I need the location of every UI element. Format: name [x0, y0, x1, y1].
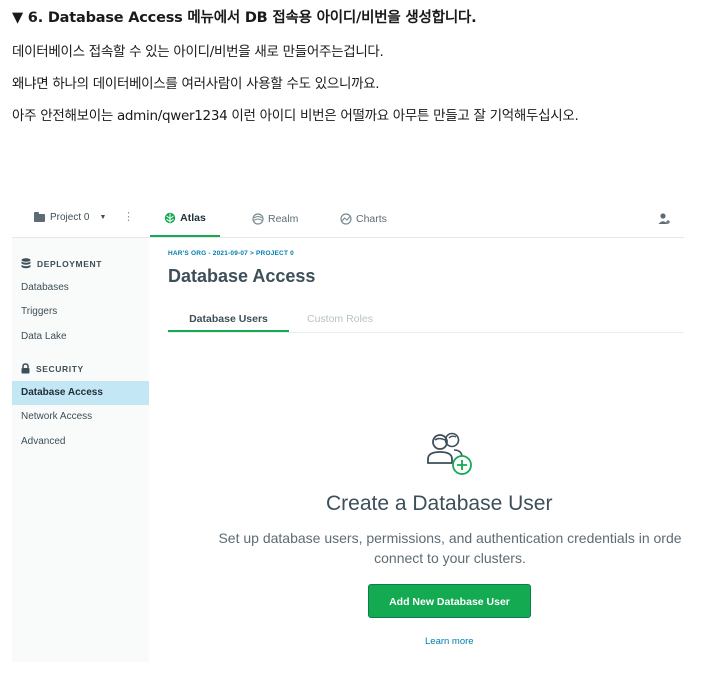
caret-down-icon: ▼ — [99, 214, 107, 221]
tab-atlas-label: Atlas — [180, 211, 206, 224]
project-name: Project 0 — [50, 212, 90, 223]
sidebar-item-databases[interactable]: Databases — [12, 276, 149, 300]
post-paragraph: 아주 안전해보이는 admin/qwer1234 이런 아이디 비번은 어떨까요… — [12, 108, 579, 124]
empty-desc-line: Set up database users, permissions, and … — [218, 530, 682, 546]
sidebar-section-title: SECURITY — [36, 363, 84, 374]
kebab-menu-icon[interactable]: ⋮ — [123, 210, 134, 223]
post-heading: ▼ 6. Database Access 메뉴에서 DB 접속용 아이디/비번을… — [12, 10, 477, 26]
sidebar-item-data-lake[interactable]: Data Lake — [12, 325, 149, 349]
post-paragraph: 데이터베이스 접속할 수 있는 아이디/비번을 새로 만들어주는겁니다. — [12, 44, 384, 60]
tab-realm[interactable]: Realm — [252, 200, 298, 237]
sidebar-item-network-access[interactable]: Network Access — [12, 405, 149, 429]
realm-icon — [252, 212, 264, 225]
leaf-icon — [164, 212, 176, 223]
main-content: HAR'S ORG - 2021-09-07 > PROJECT 0 Datab… — [150, 238, 684, 662]
sidebar-section-deployment: DEPLOYMENT — [21, 258, 102, 269]
charts-icon — [340, 212, 352, 225]
sidebar-item-advanced[interactable]: Advanced — [12, 430, 149, 454]
sidebar-item-database-access[interactable]: Database Access — [12, 381, 149, 405]
sidebar-section-title: DEPLOYMENT — [37, 258, 103, 269]
database-icon — [21, 258, 31, 269]
tab-bar: Database Users Custom Roles — [168, 310, 684, 333]
empty-state-description: Set up database users, permissions, and … — [190, 528, 684, 568]
sidebar: DEPLOYMENT Databases Triggers Data Lake … — [12, 238, 149, 662]
add-new-database-user-button[interactable]: Add New Database User — [368, 584, 531, 618]
tab-realm-label: Realm — [268, 212, 299, 225]
sidebar-item-triggers[interactable]: Triggers — [12, 300, 149, 324]
tab-charts-label: Charts — [356, 212, 387, 225]
tab-custom-roles[interactable]: Custom Roles — [307, 310, 373, 332]
post-paragraph: 왜냐면 하나의 데이터베이스를 여러사람이 사용할 수도 있으니까요. — [12, 76, 380, 92]
lock-icon — [21, 363, 30, 374]
breadcrumb[interactable]: HAR'S ORG - 2021-09-07 > PROJECT 0 — [168, 250, 294, 257]
page-title: Database Access — [168, 266, 316, 286]
learn-more-link[interactable]: Learn more — [425, 636, 474, 647]
sidebar-section-security: SECURITY — [21, 363, 84, 374]
user-add-icon[interactable] — [658, 212, 671, 225]
folder-icon — [34, 211, 45, 222]
users-add-icon — [427, 432, 472, 475]
atlas-screenshot: Project 0 ▼ ⋮ Atlas Realm Charts DEPLOYM… — [12, 200, 684, 662]
empty-state-title: Create a Database User — [326, 492, 553, 515]
tab-atlas[interactable]: Atlas — [150, 200, 220, 237]
top-bar: Project 0 ▼ ⋮ Atlas Realm Charts — [12, 200, 684, 238]
tab-charts[interactable]: Charts — [340, 200, 387, 237]
empty-desc-line: connect to your clusters. — [374, 550, 526, 566]
project-selector[interactable]: Project 0 ▼ — [34, 211, 107, 223]
tab-database-users[interactable]: Database Users — [168, 310, 289, 332]
